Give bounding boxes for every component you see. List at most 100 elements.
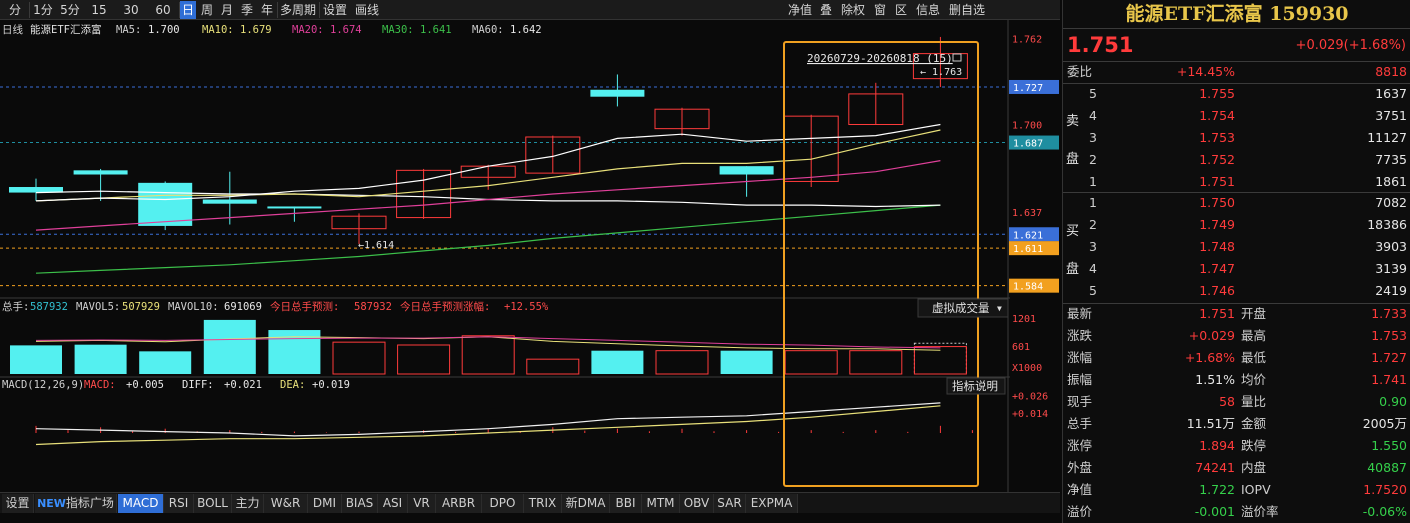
indicator-tab-0[interactable]: MACD xyxy=(118,494,164,513)
stat-value: 1.753 xyxy=(1371,328,1407,343)
indicator-plaza-button[interactable]: NEW指标广场 xyxy=(35,494,117,513)
ask-row: 4 1.754 3751 xyxy=(1063,105,1410,127)
stat-value: 1.722 xyxy=(1199,482,1235,497)
macd-legend-text: +0.021 xyxy=(224,379,262,391)
volume-legend-text: 今日总手预测涨幅: xyxy=(400,300,490,313)
stat-row: 现手 58 量比 0.90 xyxy=(1063,391,1410,413)
indicator-tab-7[interactable]: ASI xyxy=(378,494,408,513)
bid-level: 2 xyxy=(1089,217,1097,232)
indicator-tab-2[interactable]: BOLL xyxy=(194,494,232,513)
volume-legend-text: 总手: xyxy=(2,300,29,313)
indicator-tab-14[interactable]: MTM xyxy=(642,494,680,513)
price-badge-label: 1.687 xyxy=(1013,139,1043,150)
price-badge-label: 1.621 xyxy=(1013,230,1043,241)
macd-legend-text: DEA: xyxy=(280,379,305,391)
bid-side-label: 盘 xyxy=(1066,262,1080,277)
stat-value: 1.751 xyxy=(1199,306,1235,321)
volume-mode-dropdown[interactable]: 虚拟成交量 ▼ xyxy=(917,298,1009,318)
bid-price: 1.746 xyxy=(1199,283,1235,298)
stat-row: 净值 1.722 IOPV 1.7520 xyxy=(1063,479,1410,501)
indicator-help-button[interactable]: 指标说明 xyxy=(946,377,1006,395)
ma-legend-text: MA30: xyxy=(382,24,414,36)
bid-volume: 7082 xyxy=(1375,195,1407,210)
ma-legend-text: MA60: xyxy=(472,24,504,36)
stat-value: 1.51% xyxy=(1195,372,1235,387)
bid-volume: 18386 xyxy=(1367,217,1407,232)
stat-label: 金额 xyxy=(1241,416,1267,431)
macd-legend-text: DIFF: xyxy=(182,379,214,391)
stat-row: 总手 11.51万 金额 2005万 xyxy=(1063,413,1410,435)
bid-row: 5 1.746 2419 xyxy=(1063,280,1410,302)
stat-label: 溢价率 xyxy=(1241,504,1279,519)
settings-button[interactable]: 设置 xyxy=(2,494,34,513)
ma-legend-text: 1.642 xyxy=(510,24,542,36)
chart-area[interactable]: 分时1分5分15分30分60分日周月季年多周期设置画线净值叠除权窗区信息删自选 … xyxy=(0,0,1062,523)
indicator-tab-10[interactable]: DPO xyxy=(482,494,524,513)
bid-row: 2 1.749 18386 xyxy=(1063,214,1410,236)
indicator-tabbar: 设置 NEW指标广场 MACD RSI BOLL 主力 W&R DMI BIAS ASI VR ARB… xyxy=(0,492,1060,513)
chevron-down-icon: ▼ xyxy=(997,304,1002,313)
indicator-tab-4[interactable]: W&R xyxy=(264,494,308,513)
ma-legend-text: MA10: xyxy=(202,24,234,36)
ask-row: 5 1.755 1637 xyxy=(1063,83,1410,105)
indicator-tab-9[interactable]: ARBR xyxy=(436,494,482,513)
ask-price: 1.753 xyxy=(1199,130,1235,145)
bid-volume: 3903 xyxy=(1375,239,1407,254)
ma-legend-text: MA5: xyxy=(116,24,141,36)
indicator-tab-6[interactable]: BIAS xyxy=(342,494,378,513)
volume-tick: 601 xyxy=(1012,342,1030,353)
dropdown-label: 虚拟成交量 xyxy=(932,301,990,315)
stat-value: 0.90 xyxy=(1379,394,1407,409)
stat-label: 开盘 xyxy=(1241,306,1267,321)
stat-row: 涨跌 +0.029 最高 1.753 xyxy=(1063,325,1410,347)
indicator-tab-16[interactable]: SAR xyxy=(714,494,746,513)
indicator-tab-8[interactable]: VR xyxy=(408,494,436,513)
indicator-tab-13[interactable]: BBI xyxy=(610,494,642,513)
bid-price: 1.749 xyxy=(1199,217,1235,232)
stat-label: 跌停 xyxy=(1241,438,1267,453)
stat-label: 溢价 xyxy=(1067,504,1093,519)
indicator-tab-11[interactable]: TRIX xyxy=(524,494,562,513)
bid-level: 3 xyxy=(1089,239,1097,254)
bid-row: 1 1.750 7082 xyxy=(1063,192,1410,214)
ask-side-label: 盘 xyxy=(1066,152,1080,167)
stat-label: 涨跌 xyxy=(1067,328,1093,343)
indicator-tab-15[interactable]: OBV xyxy=(680,494,714,513)
candle-body-down xyxy=(719,166,774,175)
bid-price: 1.747 xyxy=(1199,261,1235,276)
plaza-label: 指标广场 xyxy=(65,496,114,510)
stat-value: 1.727 xyxy=(1371,350,1407,365)
indicator-tab-17[interactable]: EXPMA xyxy=(746,494,798,513)
last-price: 1.751 xyxy=(1067,33,1134,57)
stat-label: 内盘 xyxy=(1241,460,1267,475)
ask-price: 1.755 xyxy=(1199,86,1235,101)
stat-label: 净值 xyxy=(1067,482,1093,497)
stat-value: 74241 xyxy=(1195,460,1235,475)
kline-chart[interactable]: 日线 能源ETF汇添富 MA5: 1.700 MA10: 1.679 MA20: 1.674 M… xyxy=(0,0,1060,492)
volume-legend-text: MAVOL5: xyxy=(76,301,120,313)
stat-label: 外盘 xyxy=(1067,460,1093,475)
ma-legend-text: 1.700 xyxy=(148,24,180,36)
stat-value: 1.894 xyxy=(1199,438,1235,453)
low-marker: ←1.614 xyxy=(358,240,394,251)
price-tick: 1.637 xyxy=(1012,208,1042,219)
indicator-tab-12[interactable]: 新DMA xyxy=(562,494,610,513)
volume-bar-down xyxy=(720,350,773,374)
macd-legend-text: +0.019 xyxy=(312,379,350,391)
ask-level: 4 xyxy=(1089,108,1097,123)
bid-price: 1.750 xyxy=(1199,195,1235,210)
indicator-tab-3[interactable]: 主力 xyxy=(232,494,264,513)
ask-row: 2 1.752 7735 xyxy=(1063,149,1410,171)
macd-legend-text: +0.005 xyxy=(126,379,164,391)
indicator-tab-5[interactable]: DMI xyxy=(308,494,342,513)
candle-body-down xyxy=(590,89,645,97)
indicator-tab-1[interactable]: RSI xyxy=(164,494,194,513)
volume-legend-text: +12.55% xyxy=(504,301,549,313)
stat-row: 最新 1.751 开盘 1.733 xyxy=(1063,303,1410,325)
stat-label: 涨幅 xyxy=(1067,350,1093,365)
volume-tick: 1201 xyxy=(1012,314,1036,325)
stat-label: 最低 xyxy=(1241,350,1267,365)
stat-label: 量比 xyxy=(1241,394,1267,409)
volume-legend-text: 507929 xyxy=(122,301,160,313)
volume-legend-text: 587932 xyxy=(30,301,68,313)
